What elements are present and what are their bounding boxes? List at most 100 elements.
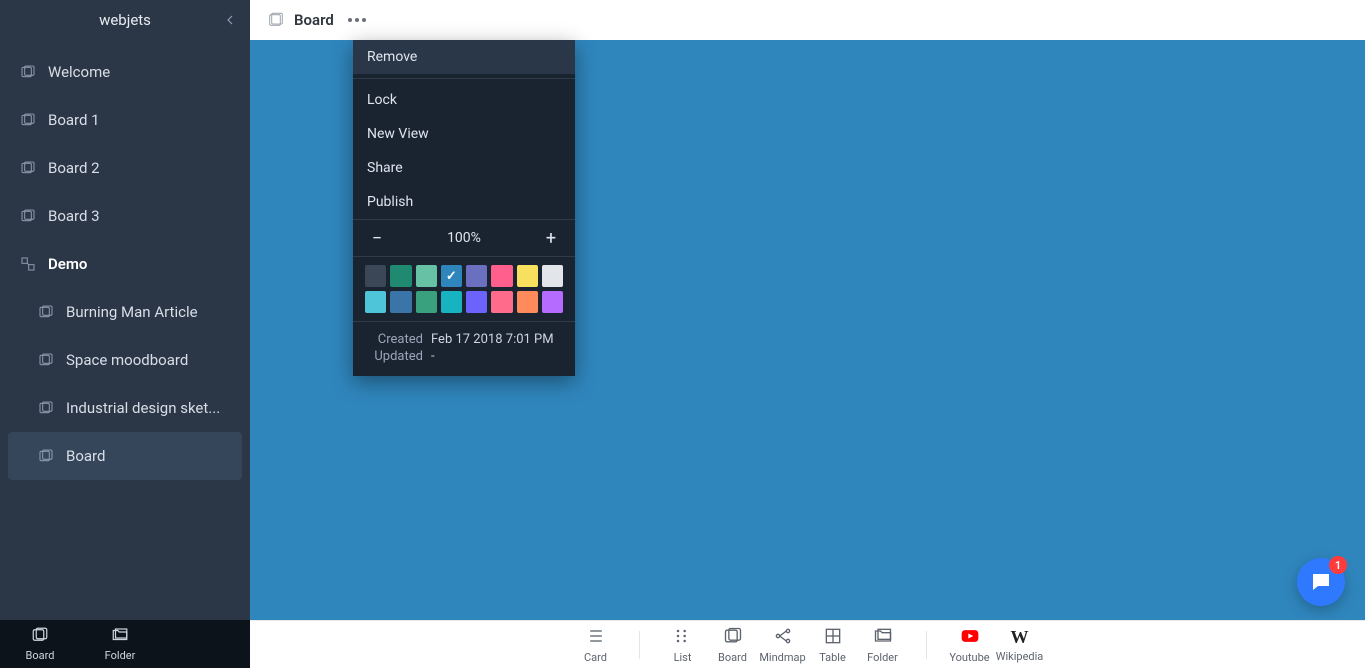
- color-swatch[interactable]: [542, 265, 563, 287]
- sidebar-item-label: Board 1: [48, 111, 100, 129]
- color-swatch[interactable]: [365, 265, 386, 287]
- toolbar-list[interactable]: List: [658, 626, 708, 664]
- toolbar-table[interactable]: Table: [808, 626, 858, 664]
- board-icon: [38, 352, 54, 368]
- sidebar-item-3[interactable]: Board 3: [0, 192, 250, 240]
- color-swatch[interactable]: [466, 291, 487, 313]
- board-icon: [20, 208, 36, 224]
- label: Youtube: [949, 651, 989, 664]
- sidebar-item-4[interactable]: Demo: [0, 240, 250, 288]
- label: Mindmap: [759, 651, 805, 664]
- palette-row: [365, 291, 563, 313]
- menu-item-publish[interactable]: Publish: [353, 185, 575, 219]
- board-icon: [31, 626, 49, 647]
- sidebar-item-2[interactable]: Board 2: [0, 144, 250, 192]
- user-button[interactable]: [1331, 11, 1349, 29]
- sidebar-footer-board[interactable]: Board: [0, 620, 80, 668]
- context-menu: RemoveLockNew ViewSharePublish − 100% + …: [353, 40, 575, 376]
- menu-separator: [353, 78, 575, 79]
- toolbar-group: Youtube WWikipedia: [945, 626, 1045, 664]
- app-title: webjets: [0, 11, 250, 29]
- folder-icon: [111, 626, 129, 647]
- collapse-sidebar-button[interactable]: [218, 8, 242, 32]
- color-swatch[interactable]: [466, 265, 487, 287]
- table-icon: [823, 626, 843, 649]
- zoom-in-button[interactable]: +: [541, 228, 561, 248]
- chat-badge: 1: [1329, 556, 1347, 574]
- color-swatch[interactable]: [441, 265, 462, 287]
- sidebar-item-label: Board: [66, 447, 105, 465]
- toolbar-group: List Board MindmapTableFolder: [658, 626, 908, 664]
- toolbar-wikipedia[interactable]: WWikipedia: [995, 627, 1045, 663]
- toolbar-youtube[interactable]: Youtube: [945, 626, 995, 664]
- label: Card: [584, 651, 607, 664]
- color-swatch[interactable]: [390, 265, 411, 287]
- sidebar-item-8[interactable]: Board: [8, 432, 242, 480]
- created-label: Created: [367, 332, 423, 347]
- menu-meta: Created Feb 17 2018 7:01 PM Updated-: [353, 322, 575, 376]
- inbox-button[interactable]: [1247, 11, 1265, 29]
- folder-icon: [873, 626, 893, 649]
- color-swatch[interactable]: [441, 291, 462, 313]
- sidebar-item-5[interactable]: Burning Man Article: [0, 288, 250, 336]
- topbar: Board: [250, 0, 1365, 40]
- breadcrumb: Board: [266, 11, 370, 29]
- sidebar-item-1[interactable]: Board 1: [0, 96, 250, 144]
- board-icon: [38, 400, 54, 416]
- palette-row: [365, 265, 563, 287]
- toolbar-card[interactable]: Card: [571, 626, 621, 664]
- sidebar-item-6[interactable]: Space moodboard: [0, 336, 250, 384]
- color-swatch[interactable]: [517, 291, 538, 313]
- menu-item-share[interactable]: Share: [353, 151, 575, 185]
- menu-item-remove[interactable]: Remove: [353, 40, 575, 74]
- sidebar-item-label: Space moodboard: [66, 351, 188, 369]
- sidebar-header: webjets: [0, 0, 250, 40]
- color-swatch[interactable]: [517, 265, 538, 287]
- page-menu-button[interactable]: [344, 14, 370, 26]
- sidebar-footer-folder[interactable]: Folder: [80, 620, 160, 668]
- bottom-toolbar: Card List Board MindmapTableFolder Youtube WW…: [250, 620, 1365, 668]
- color-swatch[interactable]: [542, 291, 563, 313]
- zoom-value: 100%: [447, 230, 481, 246]
- star-button[interactable]: [1205, 11, 1223, 29]
- zoom-row: − 100% +: [353, 219, 575, 257]
- board-icon: [723, 626, 743, 649]
- label: Board: [718, 651, 747, 664]
- canvas[interactable]: RemoveLockNew ViewSharePublish − 100% + …: [250, 40, 1365, 668]
- color-swatch[interactable]: [390, 291, 411, 313]
- color-swatch[interactable]: [491, 265, 512, 287]
- created-value: Feb 17 2018 7:01 PM: [431, 332, 554, 347]
- menu-item-new view[interactable]: New View: [353, 117, 575, 151]
- sidebar-item-0[interactable]: Welcome: [0, 48, 250, 96]
- color-swatch[interactable]: [491, 291, 512, 313]
- board-icon: [20, 160, 36, 176]
- board-icon: [38, 304, 54, 320]
- toolbar-folder[interactable]: Folder: [858, 626, 908, 664]
- sidebar-item-7[interactable]: Industrial design sket...: [0, 384, 250, 432]
- zoom-out-button[interactable]: −: [367, 228, 387, 248]
- color-swatch[interactable]: [416, 291, 437, 313]
- toolbar-mindmap[interactable]: Mindmap: [758, 626, 808, 664]
- sidebar-footer: Board Folder: [0, 620, 250, 668]
- color-swatch[interactable]: [416, 265, 437, 287]
- menu-item-lock[interactable]: Lock: [353, 83, 575, 117]
- sidebar-item-label: Industrial design sket...: [66, 399, 220, 417]
- board-icon: [20, 64, 36, 80]
- updated-label: Updated: [367, 349, 423, 364]
- chat-button[interactable]: 1: [1297, 558, 1345, 606]
- expand-icon: [20, 256, 36, 272]
- toolbar-divider: [639, 631, 640, 659]
- card-icon: [586, 626, 606, 649]
- main: Board Remove LockNew ViewSharePublish − 1…: [250, 0, 1365, 668]
- topbar-actions: [1205, 11, 1349, 29]
- toolbar-divider: [926, 631, 927, 659]
- label: List: [674, 651, 692, 664]
- trash-button[interactable]: [1289, 11, 1307, 29]
- color-swatch[interactable]: [365, 291, 386, 313]
- chevron-left-icon: [222, 12, 238, 28]
- board-icon: [266, 11, 284, 29]
- label: Board: [26, 649, 55, 662]
- updated-value: -: [431, 349, 435, 364]
- sidebar-item-label: Burning Man Article: [66, 303, 198, 321]
- toolbar-board[interactable]: Board: [708, 626, 758, 664]
